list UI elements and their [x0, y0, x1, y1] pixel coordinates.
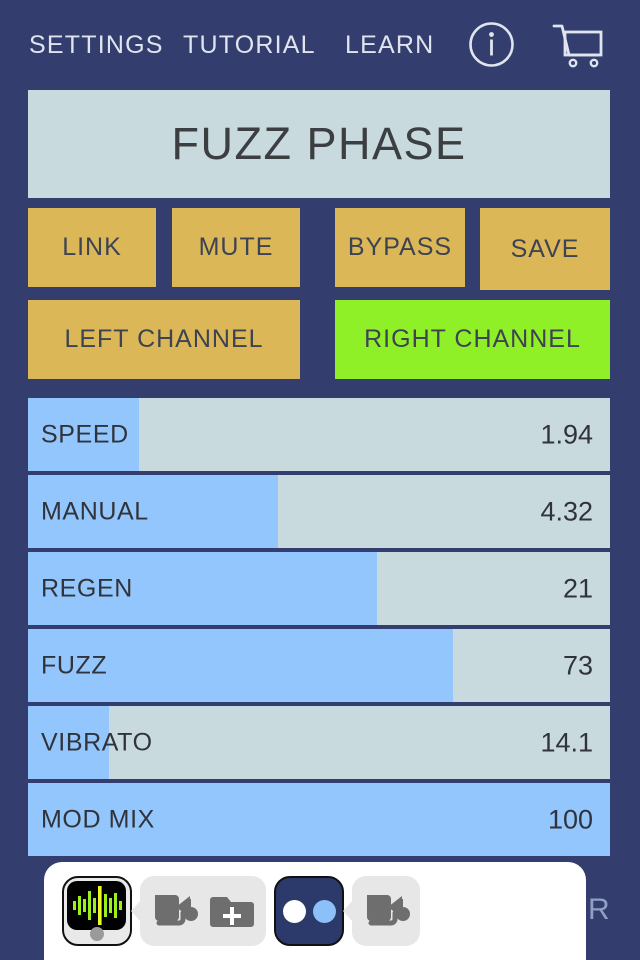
- link-button[interactable]: LINK: [28, 208, 156, 287]
- parameter-name: SPEED: [41, 420, 129, 448]
- parameter-name: FUZZ: [41, 651, 108, 679]
- nav-learn[interactable]: LEARN: [345, 31, 434, 60]
- shopping-cart-icon[interactable]: [551, 21, 605, 69]
- app-icon-home-button: [90, 927, 104, 941]
- white-dot-glyph: [282, 899, 306, 923]
- parameter-value: 14.1: [540, 727, 593, 757]
- nav-tutorial[interactable]: TUTORIAL: [183, 31, 316, 60]
- bypass-button[interactable]: BYPASS: [335, 208, 465, 287]
- app-root: SETTINGS TUTORIAL LEARN FUZZ PHASE LINK …: [0, 0, 640, 960]
- dock-cutoff-label: R: [588, 893, 610, 926]
- parameter-slider-row[interactable]: MANUAL 4.32: [28, 475, 610, 548]
- folder-plus-icon[interactable]: [208, 887, 256, 935]
- parameter-value: 73: [562, 650, 593, 680]
- parameter-value: 4.32: [540, 496, 593, 526]
- parameter-name: MANUAL: [41, 497, 149, 525]
- nav-settings[interactable]: SETTINGS: [29, 31, 164, 60]
- right-channel-button[interactable]: RIGHT CHANNEL: [335, 300, 610, 379]
- parameter-slider-row[interactable]: REGEN 21: [28, 552, 610, 625]
- waveform-glyph: [73, 886, 122, 925]
- parameter-value: 100: [547, 804, 593, 834]
- parameter-slider-row[interactable]: MOD MIX 100: [28, 783, 610, 856]
- parameter-slider-row[interactable]: FUZZ 73: [28, 629, 610, 702]
- parameter-slider-list: SPEED 1.94 MANUAL 4.32 REGEN 21 FUZZ 73 VIBRATO 1…: [28, 398, 610, 860]
- parameter-slider-row[interactable]: VIBRATO 14.1: [28, 706, 610, 779]
- audio-unit-share-icon[interactable]: [150, 887, 198, 935]
- parameter-slider-row[interactable]: SPEED 1.94: [28, 398, 610, 471]
- left-channel-button[interactable]: LEFT CHANNEL: [28, 300, 300, 379]
- parameter-value: 1.94: [540, 419, 593, 449]
- dock-pill-left: [140, 876, 266, 946]
- parameter-name: REGEN: [41, 574, 133, 602]
- mute-button[interactable]: MUTE: [172, 208, 300, 287]
- plugin-title-panel: FUZZ PHASE: [28, 90, 610, 198]
- parameter-value: 21: [562, 573, 593, 603]
- two-dots-app-icon[interactable]: [274, 876, 344, 946]
- info-circle-icon[interactable]: [468, 21, 515, 68]
- page-title: FUZZ PHASE: [171, 118, 467, 169]
- host-dock-bar: [44, 862, 586, 960]
- audio-waveform-app-icon[interactable]: [62, 876, 132, 946]
- parameter-name: VIBRATO: [41, 728, 153, 756]
- save-button[interactable]: SAVE: [480, 208, 610, 290]
- blue-dot-glyph: [312, 899, 336, 923]
- dock-pill-right: [352, 876, 420, 946]
- dock-items: [62, 876, 420, 946]
- top-navigation-bar: SETTINGS TUTORIAL LEARN: [0, 0, 640, 88]
- audio-unit-share-icon[interactable]: [362, 887, 410, 935]
- parameter-name: MOD MIX: [41, 805, 155, 833]
